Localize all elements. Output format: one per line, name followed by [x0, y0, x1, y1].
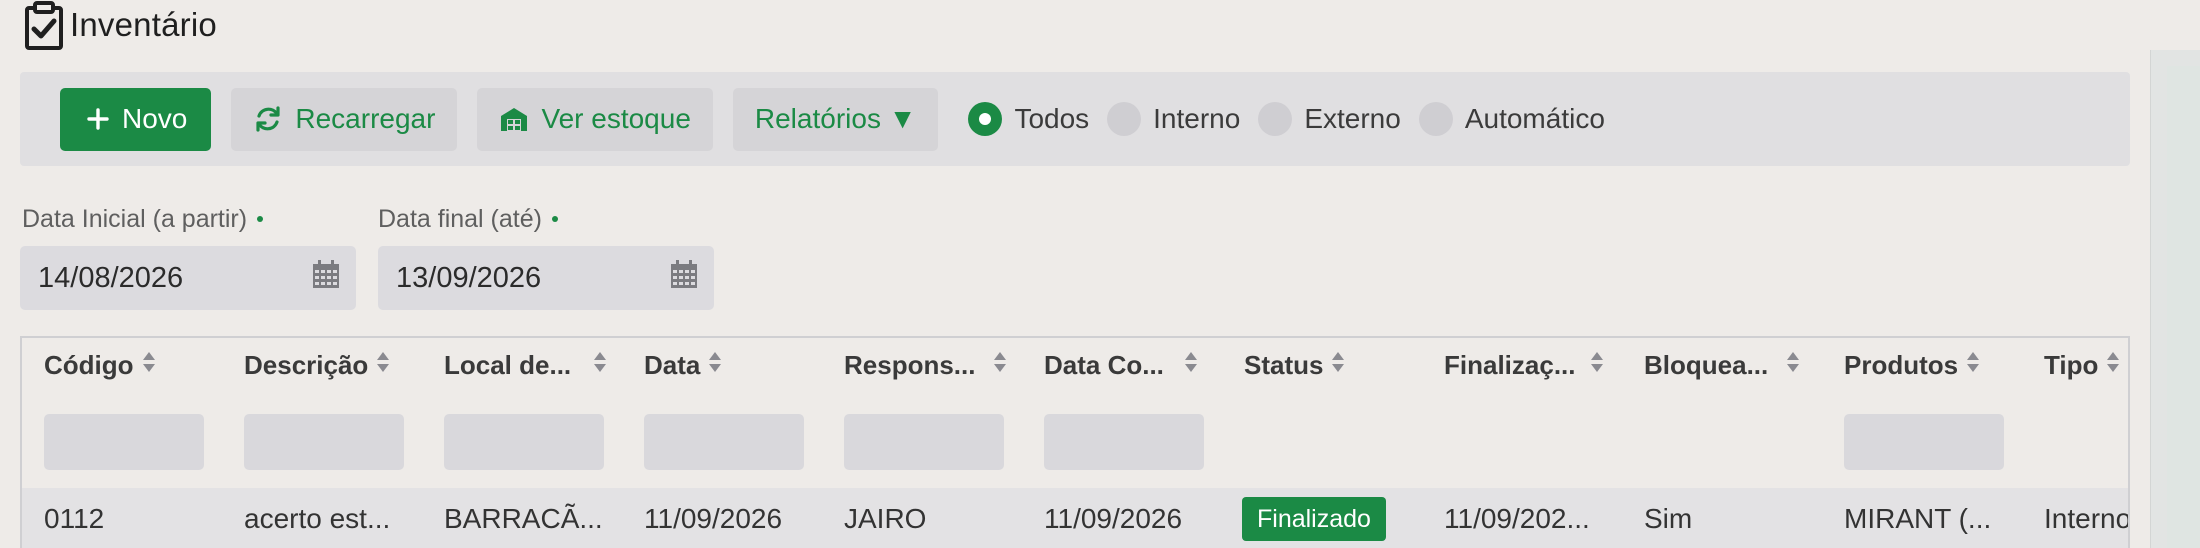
filter-external[interactable]: Externo: [1258, 102, 1401, 136]
column-filter-input[interactable]: [244, 414, 404, 470]
reports-dropdown[interactable]: Relatórios ▼: [732, 87, 939, 151]
refresh-icon: [253, 104, 283, 134]
inventory-grid: Código Descrição Local de... Data Respon…: [20, 336, 2130, 548]
cell-tipo: Interno: [2044, 503, 2130, 534]
calendar-icon[interactable]: [670, 259, 698, 297]
calendar-icon[interactable]: [312, 259, 340, 297]
sort-icon[interactable]: [376, 350, 390, 381]
filter-internal[interactable]: Interno: [1107, 102, 1240, 136]
end-date-input[interactable]: 13/09/2026: [378, 246, 714, 310]
column-header-local[interactable]: Local de...: [422, 338, 622, 488]
radio-unchecked-icon: [1258, 102, 1293, 136]
column-header-produtos[interactable]: Produtos: [1822, 338, 2022, 488]
column-filter-input[interactable]: [1044, 414, 1204, 470]
column-filter-input[interactable]: [44, 414, 204, 470]
sort-icon[interactable]: [142, 350, 156, 381]
clipboard-check-icon: [22, 0, 66, 50]
column-label: Produtos: [1844, 350, 1959, 380]
column-label: Local de...: [444, 350, 572, 380]
column-filter-input[interactable]: [644, 414, 804, 470]
view-stock-button[interactable]: Ver estoque: [477, 87, 713, 151]
start-date-input[interactable]: 14/08/2026: [20, 246, 356, 310]
cell-produtos: MIRANT (...: [1844, 503, 1992, 534]
column-label: Código: [44, 350, 134, 380]
cell-status: Finalizado: [1242, 488, 1417, 548]
sort-icon[interactable]: [2106, 350, 2120, 381]
end-date-value: 13/09/2026: [396, 261, 542, 294]
column-filter-input[interactable]: [1844, 414, 2004, 470]
column-label: Data Co...: [1044, 350, 1164, 380]
column-filter-input[interactable]: [844, 414, 1004, 470]
column-label: Bloquea...: [1644, 350, 1769, 380]
end-date-label: Data final (até): [378, 204, 542, 233]
column-header-data-co[interactable]: Data Co...: [1022, 338, 1222, 488]
table-row[interactable]: 0112 acerto est... BARRACÃ... 11/09/2026…: [22, 488, 2128, 548]
reload-button-label: Recarregar: [295, 103, 436, 134]
column-header-data[interactable]: Data: [622, 338, 822, 488]
radio-checked-icon: [968, 102, 1003, 136]
sort-icon[interactable]: [1590, 350, 1604, 381]
cell-local: BARRACÃ...: [444, 503, 603, 534]
start-date-value: 14/08/2026: [38, 261, 184, 294]
column-header-responsavel[interactable]: Respons...: [822, 338, 1022, 488]
toolbar: Novo Recarregar Ver estoque Relatórios ▼…: [20, 72, 2130, 166]
filter-all[interactable]: Todos: [968, 102, 1089, 136]
column-label: Descrição: [244, 350, 369, 380]
column-label: Tipo: [2044, 350, 2099, 380]
column-header-codigo[interactable]: Código: [22, 338, 222, 488]
radio-unchecked-icon: [1107, 102, 1142, 136]
new-button-label: Novo: [122, 103, 188, 134]
view-stock-button-label: Ver estoque: [541, 103, 691, 134]
reports-dropdown-label: Relatórios ▼: [754, 103, 917, 134]
sort-icon[interactable]: [1331, 350, 1345, 381]
column-label: Data: [644, 350, 701, 380]
cell-data-co: 11/09/2026: [1044, 503, 1183, 534]
required-dot-icon: [257, 216, 264, 222]
sort-icon[interactable]: [1786, 350, 1800, 381]
cell-data: 11/09/2026: [644, 503, 783, 534]
filter-all-label: Todos: [1014, 103, 1090, 134]
column-label: Finalizaç...: [1444, 350, 1576, 380]
filter-internal-label: Interno: [1153, 103, 1241, 134]
radio-unchecked-icon: [1418, 102, 1453, 136]
column-label: Status: [1244, 350, 1324, 380]
column-label: Respons...: [844, 350, 976, 380]
column-header-status[interactable]: Status: [1222, 338, 1422, 488]
reload-button[interactable]: Recarregar: [231, 87, 458, 151]
type-filter-group: Todos Interno Externo Automático: [968, 102, 1605, 136]
column-header-finalizacao[interactable]: Finalizaç...: [1422, 338, 1622, 488]
start-date-label-row: Data Inicial (a partir): [22, 200, 356, 238]
warehouse-icon: [499, 104, 529, 134]
end-date-label-row: Data final (até): [378, 200, 714, 238]
filter-automatic[interactable]: Automático: [1418, 102, 1605, 136]
column-header-bloqueado[interactable]: Bloquea...: [1622, 338, 1822, 488]
cell-bloqueado: Sim: [1644, 503, 1693, 534]
sort-icon[interactable]: [708, 350, 722, 381]
status-badge: Finalizado: [1242, 497, 1386, 541]
column-header-descricao[interactable]: Descrição: [222, 338, 422, 488]
page-title: Inventário: [70, 6, 217, 43]
plus-icon: [86, 107, 110, 131]
sort-icon[interactable]: [593, 350, 607, 381]
column-filter-input[interactable]: [444, 414, 604, 470]
cell-codigo: 0112: [44, 503, 105, 534]
cell-finalizacao: 11/09/202...: [1444, 503, 1590, 534]
sort-icon[interactable]: [1184, 350, 1198, 381]
sort-icon[interactable]: [993, 350, 1007, 381]
page-header: Inventário: [22, 0, 217, 50]
filter-automatic-label: Automático: [1464, 103, 1605, 134]
start-date-field: Data Inicial (a partir) 14/08/2026: [20, 200, 356, 310]
new-button[interactable]: Novo: [60, 87, 212, 151]
sort-icon[interactable]: [1966, 350, 1980, 381]
required-dot-icon: [551, 216, 558, 222]
cell-descricao: acerto est...: [244, 503, 391, 534]
end-date-field: Data final (até) 13/09/2026: [378, 200, 714, 310]
column-header-tipo[interactable]: Tipo: [2022, 338, 2128, 488]
grid-header: Código Descrição Local de... Data Respon…: [22, 338, 2128, 488]
filter-external-label: Externo: [1304, 103, 1401, 134]
side-panel-edge: [2150, 50, 2200, 548]
start-date-label: Data Inicial (a partir): [22, 204, 248, 233]
cell-responsavel: JAIRO: [844, 503, 927, 534]
